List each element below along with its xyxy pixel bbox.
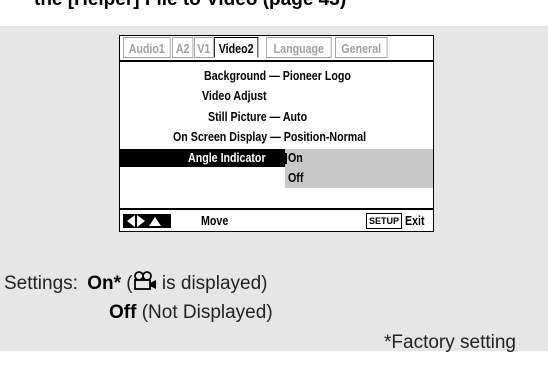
settings-label: Settings: [4, 273, 78, 294]
setting-off-desc: (Not Displayed) [136, 302, 273, 323]
angle-camera-icon [133, 271, 156, 290]
footer-divider [120, 208, 433, 210]
selection-cursor [284, 153, 287, 164]
dropdown-option-on[interactable]: On [288, 149, 303, 167]
cut-header: the [Helper] File to Video (page 43) [0, 0, 548, 26]
angle-indicator-dropdown[interactable] [285, 149, 433, 188]
menu-item-background[interactable]: Background — Pioneer Logo [204, 67, 351, 85]
setup-key-icon[interactable]: SETUP [366, 213, 402, 229]
exit-label: Exit [405, 213, 425, 228]
setting-off-value: Off [109, 302, 137, 323]
dropdown-option-off[interactable]: Off [288, 169, 303, 187]
setting-on-open: ( [121, 273, 133, 294]
content-panel: Audio1 A2 V1 Video2 Language General Bac… [0, 26, 548, 353]
settings-on-line: Settings: On* ( is displayed) [4, 271, 268, 295]
tab-language[interactable]: Language [266, 37, 332, 58]
tab-a2[interactable]: A2 [172, 37, 194, 58]
tab-video2[interactable]: Video2 [214, 37, 259, 58]
settings-off-line: Off (Not Displayed) [109, 302, 273, 324]
setting-on-desc: is displayed) [156, 273, 268, 294]
cursor-arrows-icon [123, 214, 171, 228]
tab-divider [120, 60, 433, 62]
move-label: Move [201, 213, 229, 228]
menu-item-still-picture[interactable]: Still Picture — Auto [208, 108, 307, 126]
tab-general[interactable]: General [335, 37, 388, 58]
factory-setting-note: *Factory setting [384, 332, 516, 353]
tab-v1[interactable]: V1 [194, 37, 214, 58]
tab-audio1[interactable]: Audio1 [123, 37, 171, 58]
setting-on-value: On* [87, 273, 121, 294]
osd-menu: Audio1 A2 V1 Video2 Language General Bac… [119, 35, 434, 232]
menu-item-on-screen-display[interactable]: On Screen Display — Position-Normal [173, 128, 366, 146]
menu-item-video-adjust[interactable]: Video Adjust [202, 87, 267, 105]
tab-bar: Audio1 A2 V1 Video2 Language General [120, 36, 433, 60]
header-text: the [Helper] File to Video (page 43) [34, 0, 346, 11]
menu-item-angle-indicator[interactable]: Angle Indicator [188, 149, 266, 167]
